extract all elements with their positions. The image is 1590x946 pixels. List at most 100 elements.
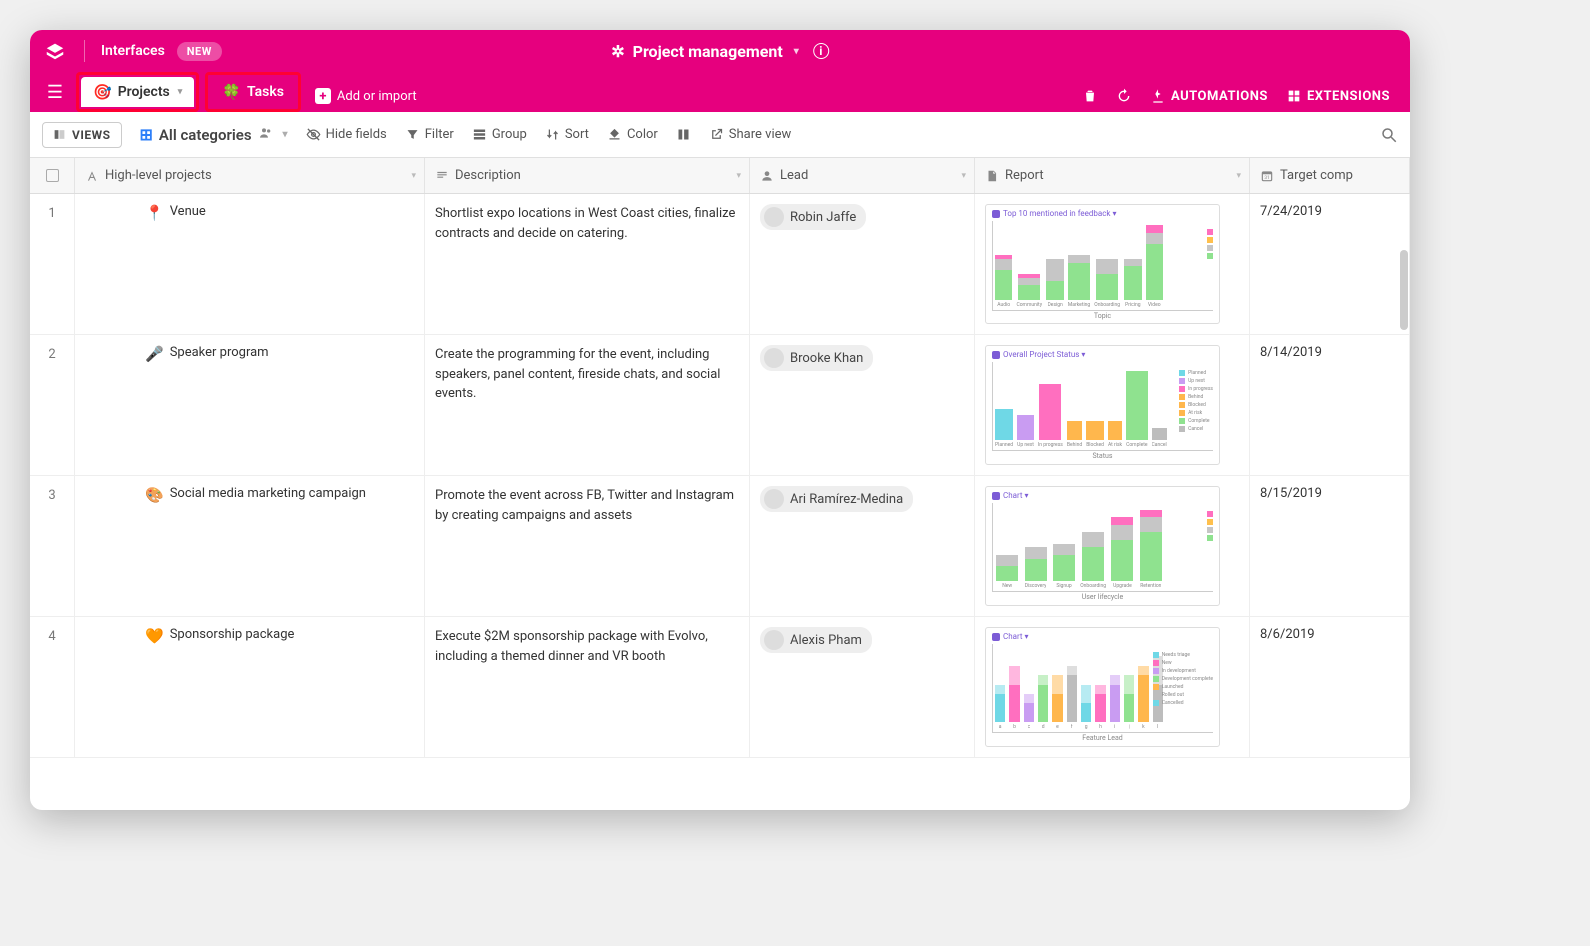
hide-fields-button[interactable]: Hide fields bbox=[306, 127, 387, 142]
cell-description[interactable]: Shortlist expo locations in West Coast c… bbox=[425, 194, 750, 334]
cell-project-name[interactable]: 🎤 Speaker program bbox=[75, 335, 425, 475]
project-name-text: Sponsorship package bbox=[170, 627, 295, 642]
project-emoji-icon: 🎨 bbox=[145, 486, 164, 504]
column-header-report[interactable]: Report ▾ bbox=[975, 158, 1250, 193]
select-all-checkbox-cell[interactable] bbox=[30, 158, 75, 193]
cell-report[interactable]: Chart ▾ NewDiscoverySignupOnboarding/Fir… bbox=[975, 476, 1250, 616]
column-header-description[interactable]: Description ▾ bbox=[425, 158, 750, 193]
cell-project-name[interactable]: 📍 Venue bbox=[75, 194, 425, 334]
people-icon bbox=[258, 125, 274, 145]
project-emoji-icon: 🎤 bbox=[145, 345, 164, 363]
project-name-text: Venue bbox=[170, 204, 206, 219]
cell-lead[interactable]: Brooke Khan bbox=[750, 335, 975, 475]
report-chart-thumbnail[interactable]: Top 10 mentioned in feedback ▾ AudioComm… bbox=[985, 204, 1220, 324]
current-view-dropdown[interactable]: ⊞ All categories ▾ bbox=[140, 125, 288, 145]
new-badge: NEW bbox=[177, 42, 222, 61]
lead-name-text: Ari Ramírez-Medina bbox=[790, 492, 903, 507]
add-or-import-button[interactable]: + Add or import bbox=[315, 88, 417, 104]
caret-down-icon: ▾ bbox=[794, 46, 799, 57]
filter-button[interactable]: Filter bbox=[405, 127, 454, 142]
lead-collaborator-pill[interactable]: Robin Jaffe bbox=[760, 204, 866, 230]
cell-description[interactable]: Create the programming for the event, in… bbox=[425, 335, 750, 475]
caret-down-icon[interactable]: ▾ bbox=[178, 87, 183, 97]
column-header-lead[interactable]: Lead ▾ bbox=[750, 158, 975, 193]
base-title-text: Project management bbox=[633, 42, 783, 61]
row-number: 1 bbox=[30, 194, 75, 334]
top-bar: Interfaces NEW ✲ Project management ▾ i bbox=[30, 30, 1410, 72]
cell-description[interactable]: Promote the event across FB, Twitter and… bbox=[425, 476, 750, 616]
row-height-button[interactable] bbox=[676, 127, 691, 142]
avatar-icon bbox=[764, 489, 784, 509]
cell-description[interactable]: Execute $2M sponsorship package with Evo… bbox=[425, 617, 750, 757]
base-title-dropdown[interactable]: ✲ Project management ▾ i bbox=[611, 42, 829, 61]
cell-project-name[interactable]: 🎨 Social media marketing campaign bbox=[75, 476, 425, 616]
cell-target-date[interactable]: 7/24/2019 bbox=[1250, 194, 1410, 334]
caret-down-icon[interactable]: ▾ bbox=[961, 171, 966, 181]
avatar-icon bbox=[764, 348, 784, 368]
row-number: 3 bbox=[30, 476, 75, 616]
checkbox-icon bbox=[46, 169, 59, 182]
table-row[interactable]: 4 🧡 Sponsorship package Execute $2M spon… bbox=[30, 617, 1410, 758]
color-button[interactable]: Color bbox=[607, 127, 658, 142]
share-view-button[interactable]: Share view bbox=[709, 127, 791, 142]
tab-tasks-label: Tasks bbox=[247, 84, 284, 100]
cell-target-date[interactable]: 8/15/2019 bbox=[1250, 476, 1410, 616]
history-icon[interactable] bbox=[1116, 88, 1132, 104]
divider bbox=[84, 40, 85, 62]
table-tabs: 🎯 Projects ▾ 🍀 Tasks bbox=[76, 72, 301, 112]
table-row[interactable]: 3 🎨 Social media marketing campaign Prom… bbox=[30, 476, 1410, 617]
svg-text:31: 31 bbox=[1264, 174, 1269, 180]
extensions-button[interactable]: EXTENSIONS bbox=[1286, 88, 1390, 104]
cell-lead[interactable]: Ari Ramírez-Medina bbox=[750, 476, 975, 616]
column-header-target[interactable]: 31 Target comp bbox=[1250, 158, 1410, 193]
cell-report[interactable]: Chart ▾ abcdefghijklNeeds triageNewIn de… bbox=[975, 617, 1250, 757]
info-icon[interactable]: i bbox=[813, 43, 829, 59]
lead-collaborator-pill[interactable]: Ari Ramírez-Medina bbox=[760, 486, 913, 512]
caret-down-icon[interactable]: ▾ bbox=[1236, 171, 1241, 181]
scrollbar-thumb[interactable] bbox=[1400, 250, 1408, 330]
project-name-text: Social media marketing campaign bbox=[170, 486, 366, 501]
project-emoji-icon: 📍 bbox=[145, 204, 164, 222]
grid-container: High-level projects ▾ Description ▾ Lead… bbox=[30, 158, 1410, 810]
sort-button[interactable]: Sort bbox=[545, 127, 589, 142]
project-emoji-icon: 🧡 bbox=[145, 627, 164, 645]
automations-button[interactable]: AUTOMATIONS bbox=[1150, 88, 1268, 104]
cell-target-date[interactable]: 8/14/2019 bbox=[1250, 335, 1410, 475]
app-window: Interfaces NEW ✲ Project management ▾ i … bbox=[30, 30, 1410, 810]
tab-projects[interactable]: 🎯 Projects ▾ bbox=[81, 77, 194, 107]
cell-project-name[interactable]: 🧡 Sponsorship package bbox=[75, 617, 425, 757]
avatar-icon bbox=[764, 630, 784, 650]
grid-body[interactable]: 1 📍 Venue Shortlist expo locations in We… bbox=[30, 194, 1410, 810]
group-button[interactable]: Group bbox=[472, 127, 527, 142]
lead-name-text: Robin Jaffe bbox=[790, 210, 856, 225]
sidebar-toggle-icon[interactable]: ☰ bbox=[40, 77, 70, 107]
clover-icon: 🍀 bbox=[222, 83, 241, 101]
report-chart-thumbnail[interactable]: Chart ▾ NewDiscoverySignupOnboarding/Fir… bbox=[985, 486, 1220, 606]
table-row[interactable]: 2 🎤 Speaker program Create the programmi… bbox=[30, 335, 1410, 476]
avatar-icon bbox=[764, 207, 784, 227]
table-row[interactable]: 1 📍 Venue Shortlist expo locations in We… bbox=[30, 194, 1410, 335]
app-logo-icon[interactable] bbox=[42, 38, 68, 64]
lead-name-text: Alexis Pham bbox=[790, 633, 862, 648]
cell-report[interactable]: Overall Project Status ▾ PlannedUp nextI… bbox=[975, 335, 1250, 475]
tab-tasks[interactable]: 🍀 Tasks bbox=[210, 77, 296, 107]
search-icon[interactable] bbox=[1380, 126, 1398, 144]
caret-down-icon[interactable]: ▾ bbox=[411, 171, 416, 181]
trash-icon[interactable] bbox=[1082, 88, 1098, 104]
report-chart-thumbnail[interactable]: Chart ▾ abcdefghijklNeeds triageNewIn de… bbox=[985, 627, 1220, 747]
plus-icon: + bbox=[315, 88, 331, 104]
interfaces-link[interactable]: Interfaces bbox=[101, 43, 165, 59]
views-button[interactable]: VIEWS bbox=[42, 122, 122, 148]
lead-name-text: Brooke Khan bbox=[790, 351, 863, 366]
lead-collaborator-pill[interactable]: Brooke Khan bbox=[760, 345, 873, 371]
tab-projects-label: Projects bbox=[118, 84, 170, 100]
report-chart-thumbnail[interactable]: Overall Project Status ▾ PlannedUp nextI… bbox=[985, 345, 1220, 465]
cell-lead[interactable]: Alexis Pham bbox=[750, 617, 975, 757]
cell-target-date[interactable]: 8/6/2019 bbox=[1250, 617, 1410, 757]
lead-collaborator-pill[interactable]: Alexis Pham bbox=[760, 627, 872, 653]
view-toolbar: VIEWS ⊞ All categories ▾ Hide fields Fil… bbox=[30, 112, 1410, 158]
column-header-name[interactable]: High-level projects ▾ bbox=[75, 158, 425, 193]
cell-lead[interactable]: Robin Jaffe bbox=[750, 194, 975, 334]
cell-report[interactable]: Top 10 mentioned in feedback ▾ AudioComm… bbox=[975, 194, 1250, 334]
caret-down-icon[interactable]: ▾ bbox=[736, 171, 741, 181]
